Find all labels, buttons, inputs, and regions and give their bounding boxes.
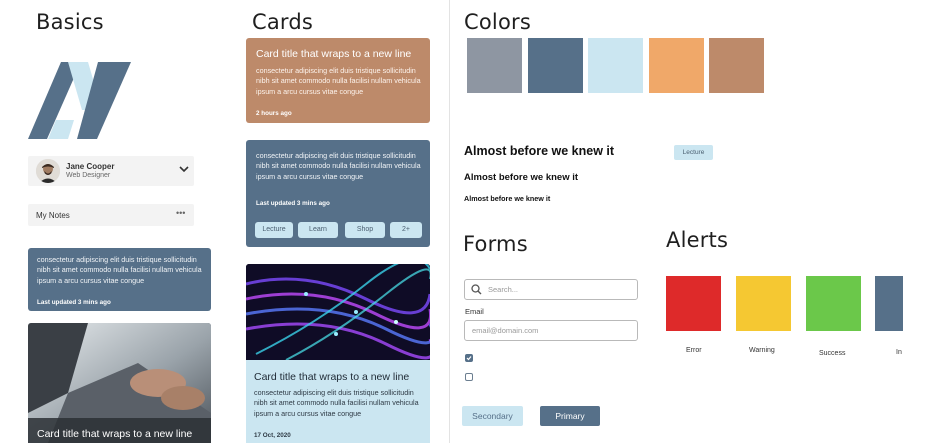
card-orange-meta: 2 hours ago [256,110,292,117]
secondary-button[interactable]: Secondary [462,406,523,426]
laptop-photo [28,323,211,443]
alert-label-error: Error [686,347,702,354]
lecture-button[interactable]: Lecture [255,222,293,238]
checkbox-unchecked[interactable] [465,373,473,381]
primary-button[interactable]: Primary [540,406,600,426]
brand-logo [28,62,131,139]
alert-swatch-warning [736,276,791,331]
alert-swatch-info [875,276,903,331]
color-swatch-gray [467,38,522,93]
card-blue-meta: Last updated 3 mins ago [256,200,330,207]
alert-label-success: Success [819,350,846,357]
shop-button[interactable]: Shop [345,222,385,238]
heading-medium: Almost before we knew it [464,172,579,183]
alert-swatch-success [806,276,861,331]
checkbox-checked[interactable] [465,354,473,362]
search-placeholder: Search... [488,285,519,294]
email-placeholder: email@domain.com [472,326,539,335]
card-light-image [246,264,430,360]
cards-heading: Cards [252,10,314,34]
basics-heading: Basics [36,10,104,34]
color-swatch-light-blue [588,38,643,93]
left-image-card-title: Card title that wraps to a new line [37,428,193,440]
chevron-down-icon[interactable] [178,163,190,175]
search-icon [471,284,482,295]
alert-label-warning: Warning [749,347,775,354]
check-icon [466,356,472,361]
my-notes-label: My Notes [36,211,70,220]
card-blue-body: consectetur adipiscing elit duis tristiq… [256,151,421,181]
color-swatch-slate [528,38,583,93]
card-orange-title: Card title that wraps to a new line [256,48,412,60]
card-light-title: Card title that wraps to a new line [254,371,410,383]
card-light-meta: 17 Oct, 2020 [254,432,291,439]
alert-label-info: In [896,349,902,356]
card-orange-body: consectetur adipiscing elit duis tristiq… [256,66,421,96]
section-divider [449,0,450,443]
alerts-heading: Alerts [666,228,729,252]
left-card-body: consectetur adipiscing elit duis tristiq… [37,255,202,285]
email-label: Email [465,307,484,316]
forms-heading: Forms [463,232,528,256]
card-light-body: consectetur adipiscing elit duis tristiq… [254,388,419,418]
alert-swatch-error [666,276,721,331]
lecture-tag[interactable]: Lecture [674,145,713,160]
color-swatch-brown [709,38,764,93]
colors-heading: Colors [464,10,531,34]
profile-role: Web Designer [66,172,111,179]
learn-button[interactable]: Learn [298,222,338,238]
more-options-icon[interactable]: ••• [176,208,185,218]
left-card-meta: Last updated 3 mins ago [37,299,111,306]
color-swatch-orange [649,38,704,93]
profile-name: Jane Cooper [66,162,115,171]
avatar [36,159,60,183]
fiber-optic-photo [246,264,430,360]
heading-small: Almost before we knew it [464,194,551,203]
more-actions-button[interactable]: 2+ [390,222,422,238]
heading-large: Almost before we knew it [464,144,615,158]
left-image-card[interactable] [28,323,211,443]
